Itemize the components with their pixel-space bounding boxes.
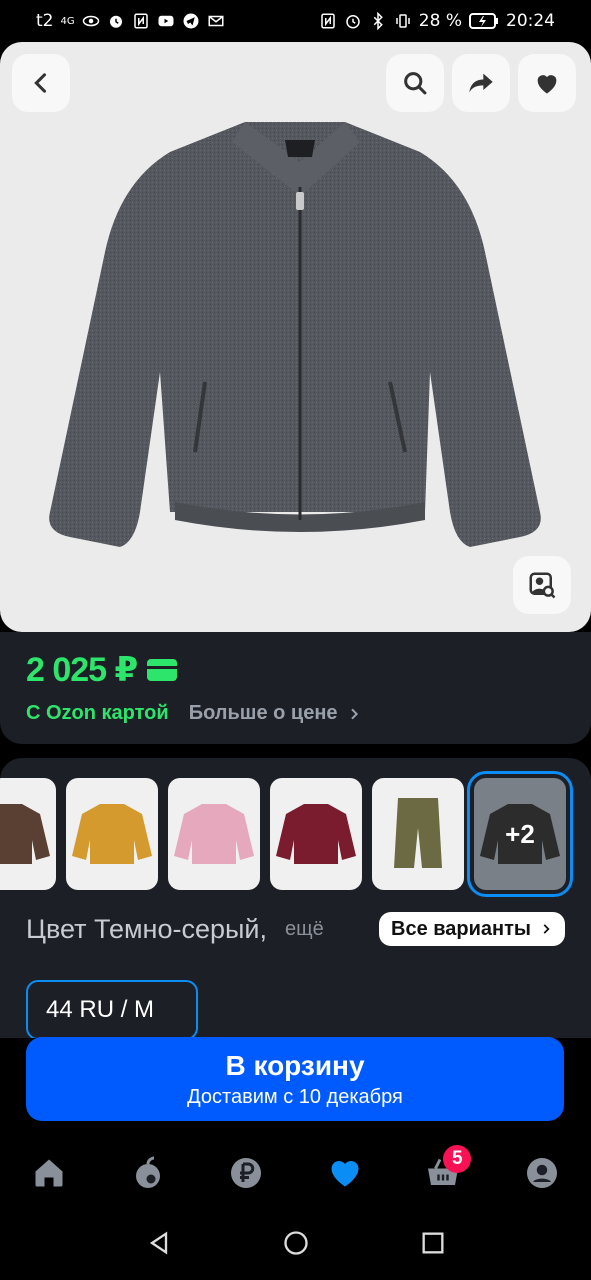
network-label: 4G	[60, 15, 75, 27]
variant-image	[72, 804, 152, 864]
color-label: Цвет Темно-серый,	[26, 913, 267, 944]
chevron-right-icon	[543, 924, 550, 934]
status-bar: t2 4G 28 % 20:24	[0, 0, 591, 42]
fresh-icon	[135, 1156, 160, 1188]
favorite-button[interactable]	[518, 54, 576, 112]
product-image-card[interactable]	[0, 42, 591, 632]
bluetooth-icon	[369, 12, 387, 30]
carrier-label: t2	[36, 11, 54, 31]
battery-icon	[469, 12, 499, 30]
variant-thumbs: +2	[0, 771, 573, 897]
clock: 20:24	[506, 11, 555, 31]
variant-image	[276, 804, 356, 864]
size-option[interactable]: 44 RU / M	[26, 980, 198, 1038]
chevron-right-icon	[350, 708, 358, 719]
variant-image	[394, 798, 442, 868]
system-back-icon[interactable]	[145, 1229, 173, 1257]
variant-thumb-pink[interactable]	[168, 778, 260, 890]
add-to-cart-button[interactable]: В корзину Доставим с 10 декабря	[26, 1037, 564, 1121]
price-card: 2 025 ₽ С Ozon картой Больше о цене	[0, 632, 591, 744]
telegram-icon	[182, 12, 200, 30]
share-arrow-icon	[469, 73, 493, 93]
ozon-card-icon	[147, 659, 178, 681]
nfc-status-icon	[319, 12, 337, 30]
ozon-card-label: С Ozon картой	[26, 702, 169, 724]
ruble-icon	[231, 1158, 262, 1188]
search-icon	[404, 72, 427, 95]
variant-thumb-black[interactable]: +2	[467, 771, 573, 897]
status-left: t2 4G	[36, 11, 225, 31]
profile-icon	[526, 1158, 557, 1188]
tab-home[interactable]	[19, 1143, 79, 1203]
tab-favorites[interactable]	[315, 1143, 375, 1203]
status-right: 28 % 20:24	[319, 11, 555, 31]
all-variants-button[interactable]: Все варианты	[379, 912, 565, 946]
system-recents-icon[interactable]	[419, 1229, 447, 1257]
tab-cart[interactable]: 5	[413, 1143, 473, 1203]
system-home-icon[interactable]	[282, 1229, 310, 1257]
variant-thumb-mustard[interactable]	[66, 778, 158, 890]
more-about-price-link[interactable]: Больше о цене	[189, 702, 362, 725]
variant-thumb-brown[interactable]	[0, 778, 56, 890]
tab-fresh[interactable]	[118, 1143, 178, 1203]
price-value: 2 025 ₽	[26, 651, 138, 689]
back-button[interactable]	[12, 54, 70, 112]
price-row: 2 025 ₽	[26, 650, 565, 690]
variant-thumb-olive-shorts[interactable]	[372, 778, 464, 890]
system-navigation-bar	[0, 1206, 591, 1280]
variant-image	[174, 804, 254, 864]
price-subrow: С Ozon картой Больше о цене	[26, 702, 565, 725]
search-button[interactable]	[386, 54, 444, 112]
cart-count-badge: 5	[443, 1145, 472, 1173]
image-search-icon	[529, 572, 556, 599]
youtube-icon	[157, 12, 175, 30]
vibrate-icon	[394, 12, 412, 30]
share-button[interactable]	[452, 54, 510, 112]
alarm-status-icon	[344, 12, 362, 30]
variants-card: +2 Цвет Темно-серый, ещё Все варианты 44…	[0, 758, 591, 1038]
battery-percent: 28 %	[418, 11, 462, 31]
delivery-date-label: Доставим с 10 декабря	[187, 1085, 403, 1108]
chevron-left-icon	[34, 73, 47, 93]
more-variants-count: +2	[505, 818, 535, 849]
gmail-icon	[207, 12, 225, 30]
home-icon	[35, 1159, 63, 1187]
variant-thumb-burgundy[interactable]	[270, 778, 362, 890]
tab-finance[interactable]	[216, 1143, 276, 1203]
product-image	[49, 122, 541, 547]
tab-profile[interactable]	[512, 1143, 572, 1203]
bottom-tab-bar: 5	[0, 1138, 591, 1208]
nfc-icon	[132, 12, 150, 30]
all-variants-label: Все варианты	[391, 917, 531, 940]
eye-icon	[82, 12, 100, 30]
alarm-icon	[107, 12, 125, 30]
favorites-icon	[331, 1161, 359, 1187]
visual-search-button[interactable]	[513, 556, 571, 614]
variant-image	[0, 804, 50, 864]
color-row: Цвет Темно-серый, ещё Все варианты	[26, 912, 565, 946]
heart-icon	[537, 75, 557, 94]
color-more-label: ещё	[285, 917, 324, 940]
more-about-price-label: Больше о цене	[188, 702, 338, 724]
add-to-cart-label: В корзину	[225, 1049, 365, 1081]
